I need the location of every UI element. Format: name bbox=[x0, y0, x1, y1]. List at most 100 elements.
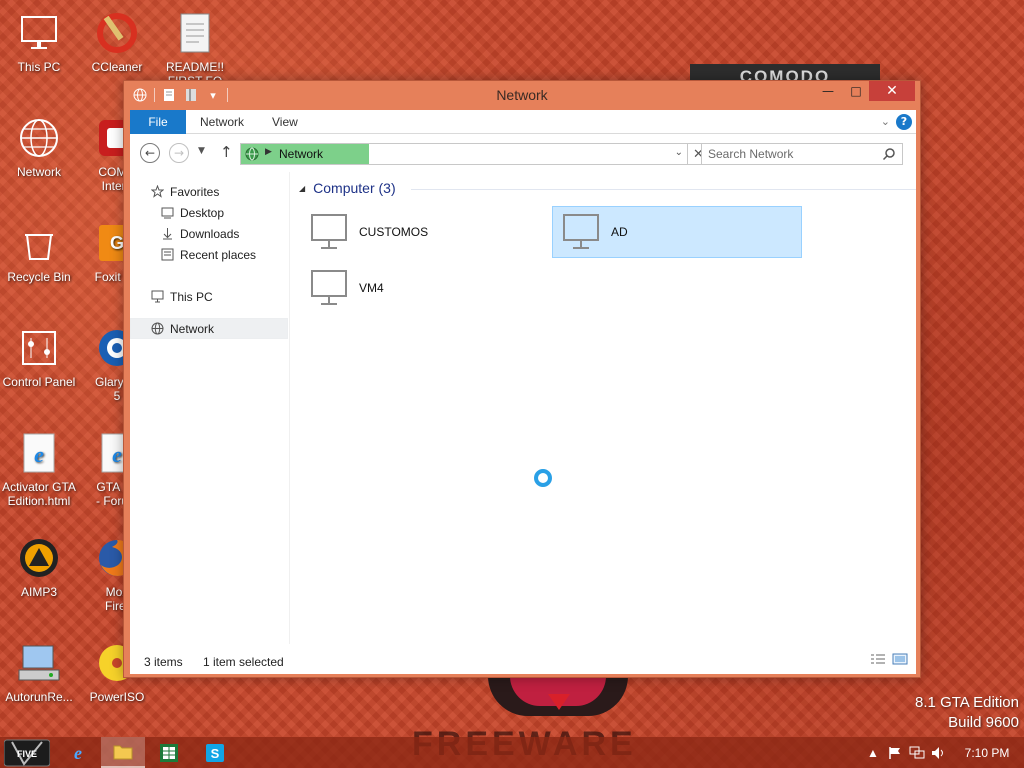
recent-locations-dropdown-icon[interactable]: ▼ bbox=[198, 146, 205, 156]
nav-label: Favorites bbox=[170, 184, 220, 199]
text-document-icon bbox=[172, 10, 218, 56]
navigation-pane: Favorites Desktop Downloads Recent place… bbox=[130, 172, 290, 644]
desktop-icon-recycle-bin[interactable]: Recycle Bin bbox=[0, 220, 78, 284]
computer-item-ad[interactable]: AD bbox=[552, 206, 802, 258]
group-header-computer[interactable]: ◢ Computer (3) bbox=[299, 180, 916, 196]
window-title: Network bbox=[496, 87, 548, 103]
status-bar: 3 items 1 item selected bbox=[130, 644, 916, 674]
divider bbox=[411, 189, 916, 190]
minimize-button[interactable]: — bbox=[814, 81, 842, 101]
taskbar-file-explorer[interactable] bbox=[101, 737, 145, 768]
start-label: FIVE bbox=[17, 749, 37, 759]
search-box[interactable] bbox=[701, 143, 903, 165]
network-status-icon[interactable] bbox=[906, 737, 928, 768]
forward-button[interactable]: → bbox=[169, 143, 189, 163]
desktop-icon-label: PowerISO bbox=[89, 690, 145, 704]
computer-item-customos[interactable]: CUSTOMOS bbox=[301, 206, 551, 258]
skype-icon: S bbox=[206, 743, 224, 762]
tab-file[interactable]: File bbox=[130, 110, 186, 134]
computer-name: CUSTOMOS bbox=[359, 225, 429, 239]
taskbar: FIVE e S ▲ 7:10 PM bbox=[0, 737, 1024, 768]
desktop-icon-label: Recycle Bin bbox=[7, 270, 71, 284]
desktop-icon-readme[interactable]: README!! FIRST FO bbox=[156, 10, 234, 88]
desktop-icon-this-pc[interactable]: This PC bbox=[0, 10, 78, 74]
expand-ribbon-chevron-icon[interactable]: ⌄ bbox=[881, 115, 890, 128]
start-button[interactable]: FIVE bbox=[3, 738, 51, 768]
ribbon-tabs: File Network View ⌄ ? bbox=[130, 110, 916, 134]
system-tray: ▲ 7:10 PM bbox=[862, 737, 1024, 768]
details-view-icon[interactable] bbox=[870, 653, 886, 665]
recent-places-icon bbox=[160, 248, 174, 262]
search-input[interactable] bbox=[708, 146, 868, 162]
address-dropdown-icon[interactable]: ⌄ bbox=[675, 147, 683, 158]
control-panel-icon bbox=[16, 325, 62, 371]
internet-explorer-icon: e bbox=[74, 743, 82, 763]
desktop-icon-aimp3[interactable]: AIMP3 bbox=[0, 535, 78, 599]
desktop-icon-autorun[interactable]: AutorunRe... bbox=[0, 640, 78, 704]
nav-desktop[interactable]: Desktop bbox=[130, 202, 288, 223]
nav-recent-places[interactable]: Recent places bbox=[130, 244, 288, 265]
volume-icon[interactable] bbox=[928, 737, 950, 768]
monitor-icon bbox=[150, 290, 164, 304]
computer-installer-icon bbox=[16, 640, 62, 686]
breadcrumb-network[interactable]: Network bbox=[279, 147, 323, 161]
build-line: Build 9600 bbox=[948, 714, 1019, 731]
selection-count: 1 item selected bbox=[203, 655, 284, 669]
spreadsheet-icon bbox=[160, 743, 178, 762]
nav-label: Network bbox=[170, 321, 215, 336]
desktop-icon-label: Activator GTA Edition.html bbox=[2, 480, 76, 508]
title-bar[interactable]: ▾ Network — □ ✕ bbox=[124, 81, 920, 109]
internet-explorer-icon: e bbox=[16, 430, 62, 476]
wallpaper-emblem bbox=[488, 676, 628, 716]
explorer-body: Favorites Desktop Downloads Recent place… bbox=[130, 172, 916, 644]
address-bar[interactable]: ▶ Network ⌄ bbox=[240, 143, 688, 165]
svg-text:e: e bbox=[34, 442, 44, 467]
desktop-icon-label: AutorunRe... bbox=[5, 690, 73, 704]
desktop-icon-label: AIMP3 bbox=[20, 585, 57, 599]
network-globe-icon bbox=[245, 147, 259, 161]
star-icon bbox=[150, 185, 164, 199]
search-icon[interactable] bbox=[882, 147, 896, 161]
busy-spinner-icon bbox=[534, 469, 552, 487]
show-hidden-icons-chevron-icon[interactable]: ▲ bbox=[862, 737, 884, 768]
action-center-flag-icon[interactable] bbox=[884, 737, 906, 768]
monitor-icon bbox=[16, 10, 62, 56]
tab-view[interactable]: View bbox=[272, 110, 298, 134]
tab-network[interactable]: Network bbox=[200, 110, 244, 134]
desktop-icon-activator[interactable]: e Activator GTA Edition.html bbox=[0, 430, 78, 508]
file-list[interactable]: ◢ Computer (3) CUSTOMOS AD VM4 bbox=[290, 172, 916, 644]
help-icon[interactable]: ? bbox=[896, 114, 912, 130]
taskbar-excel[interactable] bbox=[147, 737, 191, 768]
collapse-triangle-icon[interactable]: ◢ bbox=[299, 184, 305, 193]
globe-icon bbox=[16, 115, 62, 161]
breadcrumb-chevron-icon[interactable]: ▶ bbox=[265, 147, 272, 157]
large-icons-view-icon[interactable] bbox=[892, 653, 908, 665]
desktop-icon-label: CCleaner bbox=[91, 60, 143, 74]
nav-downloads[interactable]: Downloads bbox=[130, 223, 288, 244]
desktop-icon-control-panel[interactable]: Control Panel bbox=[0, 325, 78, 389]
desktop-icon-ccleaner[interactable]: CCleaner bbox=[78, 10, 156, 74]
desktop-icon-network[interactable]: Network bbox=[0, 115, 78, 179]
nav-this-pc[interactable]: This PC bbox=[130, 286, 288, 307]
nav-network[interactable]: Network bbox=[130, 318, 288, 339]
globe-icon bbox=[150, 322, 164, 336]
up-arrow-icon[interactable]: ↑ bbox=[220, 143, 233, 161]
taskbar-skype[interactable]: S bbox=[193, 737, 237, 768]
maximize-button[interactable]: □ bbox=[842, 81, 870, 101]
folder-icon bbox=[113, 745, 133, 759]
ccleaner-icon bbox=[94, 10, 140, 56]
back-button[interactable]: ← bbox=[140, 143, 160, 163]
desktop-icon-label: Network bbox=[16, 165, 61, 179]
computer-item-vm4[interactable]: VM4 bbox=[301, 262, 551, 314]
explorer-window[interactable]: ▾ Network — □ ✕ File Network View ⌄ ? ← … bbox=[123, 80, 921, 678]
nav-label: This PC bbox=[170, 289, 213, 304]
nav-label: Recent places bbox=[180, 247, 257, 262]
taskbar-internet-explorer[interactable]: e bbox=[56, 737, 100, 768]
download-arrow-icon bbox=[160, 227, 174, 241]
nav-favorites[interactable]: Favorites bbox=[130, 181, 288, 202]
svg-text:S: S bbox=[211, 746, 220, 761]
close-button[interactable]: ✕ bbox=[869, 81, 915, 101]
desktop-folder-icon bbox=[160, 206, 174, 220]
clock[interactable]: 7:10 PM bbox=[950, 746, 1024, 760]
group-title: Computer (3) bbox=[313, 180, 396, 196]
